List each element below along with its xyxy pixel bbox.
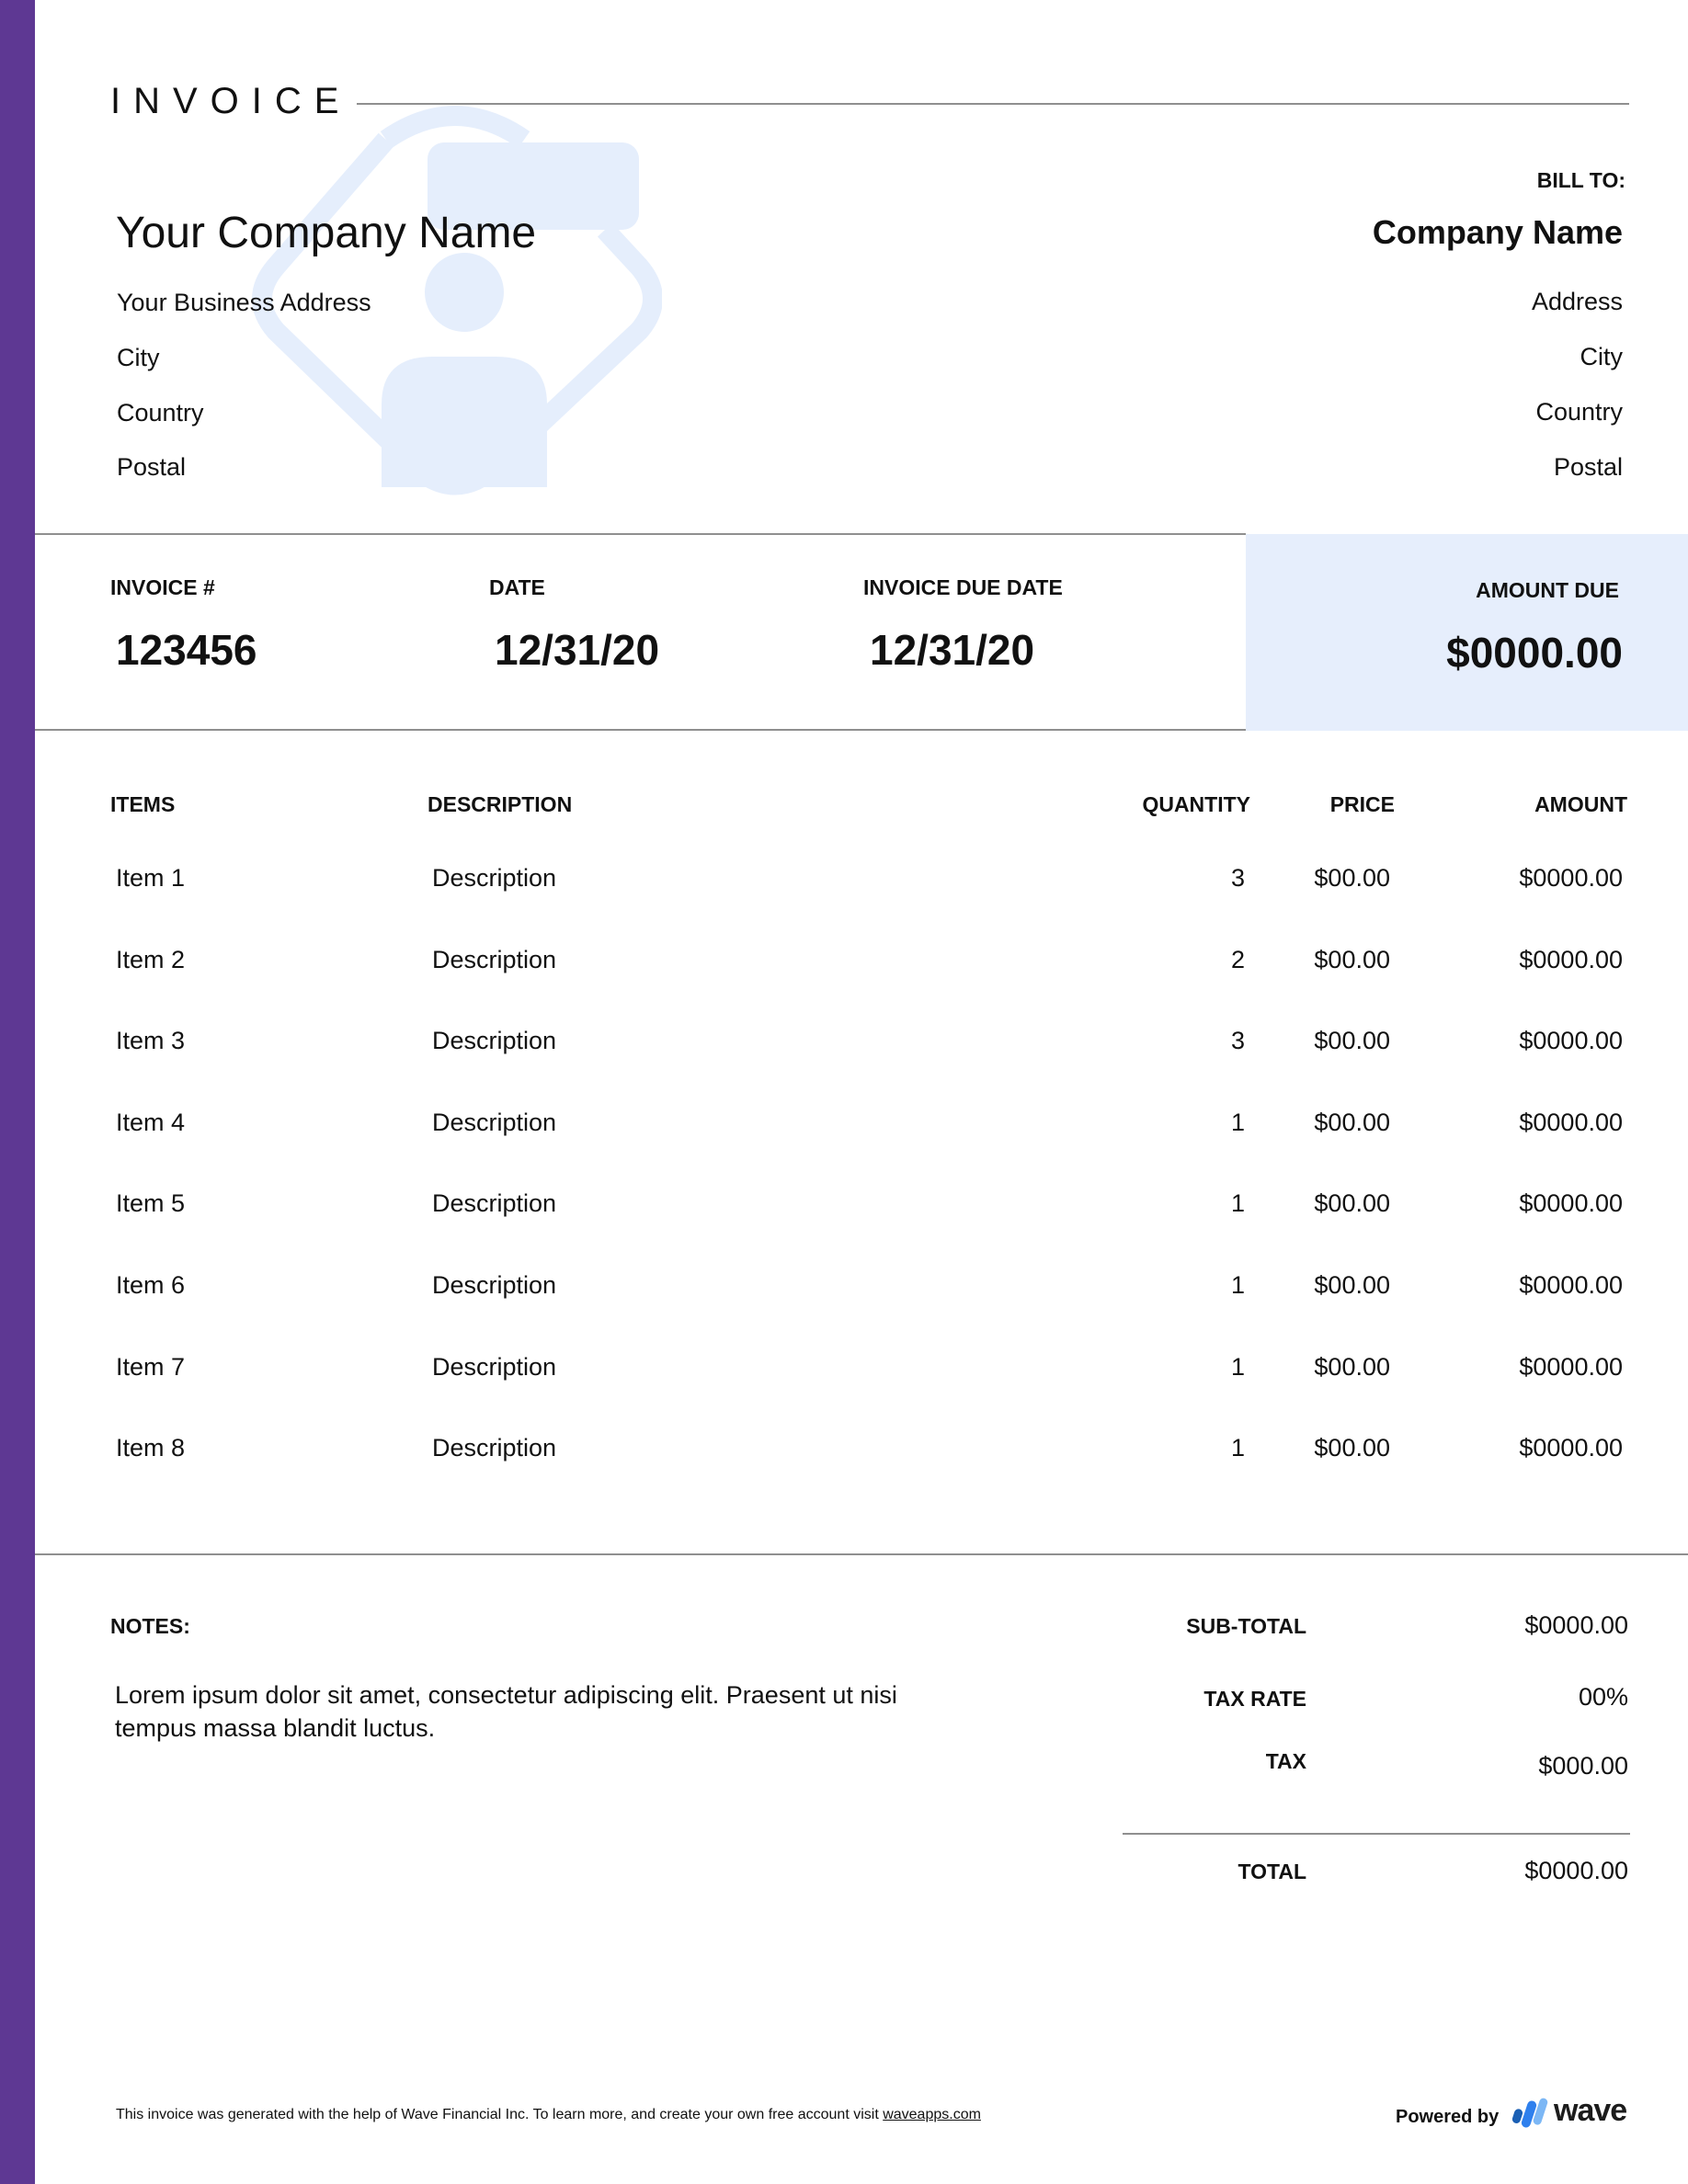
due-date-value: 12/31/20 xyxy=(870,626,1035,674)
date-label: DATE xyxy=(489,575,545,599)
tax-rate-label: TAX RATE xyxy=(1203,1687,1306,1711)
item-description-cell: Description xyxy=(432,1434,557,1462)
total-divider xyxy=(1123,1833,1630,1835)
item-quantity-cell: 3 xyxy=(1230,864,1245,892)
bill-to-address: Address xyxy=(1531,288,1623,315)
meta-bottom-divider xyxy=(35,729,1246,731)
item-amount-cell: $0000.00 xyxy=(1519,864,1623,892)
item-description-cell: Description xyxy=(432,1027,557,1054)
item-price-cell: $00.00 xyxy=(1314,1109,1390,1136)
sender-address: Your Business Address xyxy=(117,289,371,316)
column-header-amount: AMOUNT xyxy=(1534,792,1627,816)
sender-city: City xyxy=(117,344,160,371)
date-value: 12/31/20 xyxy=(495,626,660,674)
item-price-cell: $00.00 xyxy=(1314,1271,1390,1299)
item-quantity-cell: 1 xyxy=(1230,1109,1245,1136)
tax-label: TAX xyxy=(1265,1749,1306,1773)
accent-stripe xyxy=(0,0,35,2184)
bill-to-city: City xyxy=(1580,343,1624,370)
bill-to-postal: Postal xyxy=(1553,453,1623,481)
item-amount-cell: $0000.00 xyxy=(1519,1434,1623,1462)
notes-text: Lorem ipsum dolor sit amet, consectetur … xyxy=(115,1681,897,1742)
notes-label: NOTES: xyxy=(110,1614,190,1638)
total-value: $0000.00 xyxy=(1524,1857,1628,1884)
bill-to-label: BILL TO: xyxy=(1536,168,1625,192)
item-name-cell: Item 4 xyxy=(116,1109,186,1136)
powered-by-label: Powered by xyxy=(1396,2107,1500,2127)
item-description-cell: Description xyxy=(432,1353,557,1381)
invoice-number-label: INVOICE # xyxy=(110,575,215,599)
item-name-cell: Item 1 xyxy=(116,864,186,892)
column-header-description: DESCRIPTION xyxy=(428,792,573,816)
sender-postal: Postal xyxy=(117,453,187,481)
sender-company-name: Your Company Name xyxy=(116,209,537,257)
total-label: TOTAL xyxy=(1237,1860,1306,1883)
item-quantity-cell: 1 xyxy=(1230,1271,1245,1299)
item-quantity-cell: 2 xyxy=(1230,946,1245,973)
amount-due-label: AMOUNT DUE xyxy=(1476,578,1619,602)
item-name-cell: Item 5 xyxy=(116,1189,186,1217)
sender-country: Country xyxy=(117,399,204,427)
wave-brand-wordmark: wave xyxy=(1554,2093,1627,2128)
column-header-items: ITEMS xyxy=(110,792,176,816)
subtotal-label: SUB-TOTAL xyxy=(1186,1614,1306,1638)
meta-top-divider xyxy=(35,533,1246,535)
item-price-cell: $00.00 xyxy=(1314,1353,1390,1381)
item-name-cell: Item 7 xyxy=(116,1353,186,1381)
item-description-cell: Description xyxy=(432,1109,557,1136)
item-price-cell: $00.00 xyxy=(1314,946,1390,973)
item-amount-cell: $0000.00 xyxy=(1519,946,1623,973)
column-header-price: PRICE xyxy=(1329,792,1395,816)
tax-value: $000.00 xyxy=(1538,1752,1628,1780)
item-name-cell: Item 6 xyxy=(116,1271,186,1299)
item-price-cell: $00.00 xyxy=(1314,1027,1390,1054)
subtotal-value: $0000.00 xyxy=(1524,1611,1628,1639)
item-description-cell: Description xyxy=(432,946,557,973)
item-name-cell: Item 2 xyxy=(116,946,186,973)
invoice-number-value: 123456 xyxy=(116,626,257,674)
amount-due-value: $0000.00 xyxy=(1446,629,1623,677)
item-quantity-cell: 1 xyxy=(1230,1434,1245,1462)
bill-to-country: Country xyxy=(1535,398,1623,426)
item-description-cell: Description xyxy=(432,864,557,892)
tax-rate-value: 00% xyxy=(1578,1683,1628,1711)
item-price-cell: $00.00 xyxy=(1314,1189,1390,1217)
item-amount-cell: $0000.00 xyxy=(1519,1189,1623,1217)
footer-disclaimer: This invoice was generated with the help… xyxy=(116,2107,981,2123)
item-name-cell: Item 8 xyxy=(116,1434,186,1462)
item-amount-cell: $0000.00 xyxy=(1519,1271,1623,1299)
waveapps-link[interactable]: waveapps.com xyxy=(883,2107,981,2122)
wave-logo-icon xyxy=(1511,2098,1548,2128)
column-header-quantity: QUANTITY xyxy=(1142,792,1250,816)
item-amount-cell: $0000.00 xyxy=(1519,1353,1623,1381)
item-quantity-cell: 3 xyxy=(1230,1027,1245,1054)
item-amount-cell: $0000.00 xyxy=(1519,1027,1623,1054)
due-date-label: INVOICE DUE DATE xyxy=(863,575,1063,599)
footer-text: This invoice was generated with the help… xyxy=(116,2107,884,2122)
item-quantity-cell: 1 xyxy=(1230,1353,1245,1381)
item-amount-cell: $0000.00 xyxy=(1519,1109,1623,1136)
item-description-cell: Description xyxy=(432,1189,557,1217)
item-price-cell: $00.00 xyxy=(1314,1434,1390,1462)
item-price-cell: $00.00 xyxy=(1314,864,1390,892)
table-bottom-divider xyxy=(35,1553,1688,1555)
item-description-cell: Description xyxy=(432,1271,557,1299)
item-name-cell: Item 3 xyxy=(116,1027,186,1054)
bill-to-company-name: Company Name xyxy=(1372,213,1623,251)
item-quantity-cell: 1 xyxy=(1230,1189,1245,1217)
